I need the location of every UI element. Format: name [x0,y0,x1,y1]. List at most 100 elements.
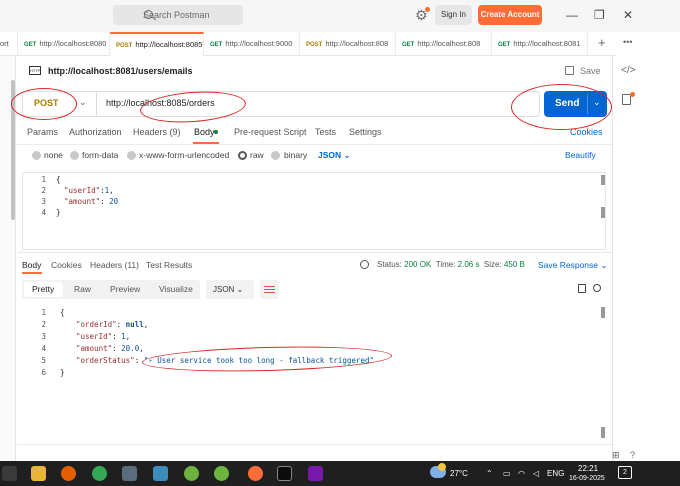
tab-label: http://localhost:8085 [135,40,203,49]
view-preview-button[interactable]: Preview [110,284,140,294]
view-visualize-button[interactable]: Visualize [159,284,193,294]
tab-tests[interactable]: Tests [315,127,336,137]
close-icon[interactable]: ✕ [623,8,633,22]
tab-method: POST [116,43,133,49]
tab-label: http://localhost:808 [417,39,481,48]
time-value[interactable]: 2.06 s [458,260,480,269]
response-tab-body[interactable]: Body [22,260,41,270]
response-tab-test-results[interactable]: Test Results [146,260,192,270]
tab-5[interactable]: GET http://localhost:808 [396,32,492,56]
minimize-icon[interactable]: — [566,8,578,22]
chevron-up-icon[interactable]: ⌃ [486,469,493,478]
filter-button[interactable] [260,280,279,299]
editor-scrollbar[interactable] [601,207,605,218]
tab-params[interactable]: Params [27,127,58,137]
response-scrollbar[interactable] [601,307,605,318]
sun-icon [438,463,446,471]
firefox-icon[interactable] [61,466,76,481]
body-format-select[interactable]: JSON ⌄ [318,150,351,161]
file-explorer-icon[interactable] [31,466,46,481]
radio-raw[interactable] [238,151,247,160]
chrome-icon[interactable] [92,466,107,481]
divider [17,144,612,145]
status-value[interactable]: 200 OK [404,260,431,269]
notifications-icon[interactable]: 2 [618,466,632,479]
view-raw-button[interactable]: Raw [74,284,91,294]
spring-tool-icon-2[interactable] [214,466,229,481]
body-modified-dot [214,130,218,134]
terminal-icon[interactable] [277,466,292,481]
postman-icon[interactable] [248,466,263,481]
save-response-label: Save Response [538,260,599,270]
sign-in-button[interactable]: Sign In [435,5,472,25]
onenote-icon[interactable] [308,466,323,481]
help-icon[interactable]: ? [630,450,635,460]
taskview-icon[interactable] [2,466,17,481]
save-button[interactable]: Save [580,66,601,76]
tab-authorization[interactable]: Authorization [69,127,122,137]
line-number: 5 [41,356,46,365]
wifi-icon[interactable]: ◠ [518,469,525,478]
restore-icon[interactable]: ❐ [594,8,605,22]
monitor-icon[interactable]: ▭ [503,469,511,478]
code-snippet-icon[interactable]: </> [621,65,635,76]
add-tab-icon[interactable]: + [598,35,606,50]
line-number: 3 [41,332,46,341]
speaker-icon[interactable]: ◁ [533,469,539,478]
tab-3[interactable]: GET http://localhost:9000 [204,32,300,56]
spring-tool-icon[interactable] [184,466,199,481]
code-line: } [56,208,61,217]
response-scrollbar[interactable] [601,427,605,438]
tab-2-active[interactable]: POST http://localhost:8085 [110,32,204,56]
save-icon[interactable] [565,66,574,75]
more-tabs-icon[interactable]: ••• [623,37,632,47]
code-line: { [60,308,65,317]
search-input[interactable]: Search Postman [113,5,243,25]
app-icon[interactable] [153,466,168,481]
chevron-down-icon[interactable]: ⌄ [79,97,87,108]
tab-body[interactable]: Body [194,127,215,137]
tab-0[interactable]: ort [0,32,18,56]
save-response-button[interactable]: Save Response ⌄ [538,260,608,271]
beautify-button[interactable]: Beautify [565,150,596,160]
radio-none[interactable] [32,151,41,160]
globe-icon[interactable] [360,260,369,269]
response-status: Status: 200 OK Time: 2.06 s Size: 450 B [377,260,525,269]
search-icon[interactable] [593,284,601,292]
http-request-icon: HTTP [29,66,41,75]
calculator-icon[interactable] [122,466,137,481]
radio-urlencoded[interactable] [127,151,136,160]
radio-binary[interactable] [271,151,280,160]
clock-date[interactable]: 16-09-2025 [569,475,605,482]
request-body-editor[interactable] [22,172,606,250]
tab-label: http://localhost:8080 [39,39,107,48]
radio-form-data[interactable] [70,151,79,160]
tab-6[interactable]: GET http://localhost:8081 [492,32,588,56]
response-format-select[interactable]: JSON ⌄ [206,280,254,299]
language-indicator[interactable]: ENG [547,469,564,478]
right-sidebar [612,56,680,461]
tab-headers[interactable]: Headers (9) [133,127,181,137]
size-label: Size: [483,260,502,269]
tab-settings[interactable]: Settings [349,127,382,137]
temperature[interactable]: 27°C [450,469,468,478]
view-pretty-button[interactable]: Pretty [32,284,54,294]
size-value[interactable]: 450 B [504,260,525,269]
response-tab-headers[interactable]: Headers (11) [90,260,139,270]
create-account-button[interactable]: Create Account [478,5,542,25]
tab-label: http://localhost:9000 [225,39,293,48]
response-tab-cookies[interactable]: Cookies [51,260,82,270]
request-title[interactable]: http://localhost:8081/users/emails [48,66,193,76]
tab-pre-request-script[interactable]: Pre-request Script [234,127,307,137]
layout-icon[interactable]: ⊞ [612,450,620,461]
tab-4[interactable]: POST http://localhost:808 [300,32,396,56]
editor-scrollbar[interactable] [601,175,605,185]
tab-1[interactable]: GET http://localhost:8080 [18,32,110,56]
clock-time[interactable]: 22:21 [578,464,598,473]
copy-icon[interactable] [578,284,586,293]
time-label: Time: [435,260,456,269]
radio-label: binary [284,150,308,160]
line-number: 1 [41,175,46,184]
tab-label: ort [0,39,9,48]
tab-label: http://localhost:808 [325,39,389,48]
